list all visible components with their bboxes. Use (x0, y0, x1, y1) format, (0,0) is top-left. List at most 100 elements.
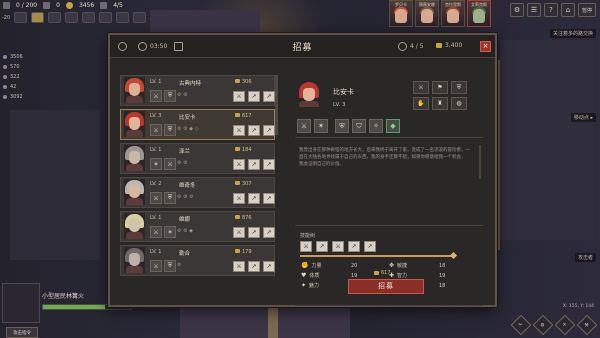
quest-hint[interactable]: 关注着多的路交换 (549, 29, 596, 38)
gold-icon (374, 271, 379, 275)
expand-button[interactable]: ↗ (248, 125, 260, 136)
settings-icon[interactable]: ⚙ (509, 3, 524, 17)
expand-button[interactable]: ↗ (248, 227, 260, 238)
expand-button[interactable]: ↗ (263, 91, 275, 102)
trait-icon[interactable]: ⛨ (335, 119, 349, 133)
party-portrait-3[interactable]: 克拉里斯 (441, 0, 465, 27)
recruit-card[interactable]: LV. 1 勒合 179 ⚔ ⛨ ⚙ ⚔ ↗ ↗ (120, 245, 275, 276)
recruit-list-scrollbar[interactable] (275, 75, 278, 135)
unit-hp-fill (43, 305, 105, 309)
portrait-face (303, 88, 315, 101)
skill-row: ⚔ ↗ ⚔ ↗ ↗ (300, 241, 376, 252)
trait-icon[interactable]: ✶ (164, 226, 176, 238)
ring-icon[interactable]: ◍ (451, 97, 467, 110)
speed-pause-button[interactable] (14, 12, 28, 23)
party-portrait-2[interactable]: 薇薇安娜 (415, 0, 439, 27)
tower-icon[interactable]: ♜ (432, 97, 448, 110)
equip-button[interactable]: ⚔ (233, 125, 245, 136)
speed-3-button[interactable] (65, 12, 79, 23)
manage-button[interactable]: ⚙ (532, 314, 554, 336)
shield-icon[interactable]: ⛨ (451, 81, 467, 94)
expand-button[interactable]: ↗ (263, 193, 275, 204)
skill-button[interactable]: ↗ (364, 241, 376, 252)
avatar-body (126, 266, 143, 273)
trait-icon[interactable]: ⚔ (297, 119, 311, 133)
quest-hint[interactable]: 攻击者 (574, 253, 596, 262)
banner-icon[interactable]: ⚑ (432, 81, 448, 94)
quest-hint[interactable]: 移动点 ▸ (570, 113, 596, 122)
recruit-actions: ⚔ ↗ ↗ (233, 125, 275, 136)
trait-icon[interactable]: ⛨ (164, 90, 176, 102)
party-portrait-4[interactable]: 艾莉克斯 (467, 0, 491, 27)
cancel-button[interactable]: ✕ (554, 314, 576, 336)
help-icon[interactable]: ? (543, 3, 558, 17)
description-line: 直在大陆各地寻找属于自己的东西。我的身手还算不错，如果你愿意给我一个机会， (299, 155, 466, 160)
trait-icon[interactable]: ✧ (369, 119, 383, 133)
recruit-card[interactable]: LV. 1 古典内特 306 ⚔ ⛨ ⚙ ⚙ ⚔ ↗ ↗ (120, 75, 275, 106)
expand-button[interactable]: ↗ (263, 261, 275, 272)
trait-icon[interactable]: ⚔ (164, 158, 176, 170)
trait-icon[interactable]: ⚔ (150, 192, 162, 204)
divider (295, 305, 483, 306)
equip-button[interactable]: ⚔ (233, 193, 245, 204)
expand-button[interactable]: ↗ (263, 227, 275, 238)
expand-button[interactable]: ↗ (248, 261, 260, 272)
recruit-card[interactable]: LV. 1 泽兰 184 ✶ ⚔ ⚙ ⚙ ⚔ ↗ ↗ (120, 143, 275, 174)
detail-description: 我曾出身在那种奇怪的地方长大，后来我终于离开了家，变成了一名流浪的冒险者，一 直… (299, 147, 474, 168)
skill-button[interactable]: ⚔ (300, 241, 312, 252)
trait-icon[interactable]: ⚔ (150, 260, 162, 272)
home-icon[interactable]: ⌂ (560, 3, 575, 17)
craft-button[interactable]: ⚒ (576, 314, 598, 336)
experience-slider[interactable] (300, 255, 452, 257)
equip-button[interactable]: ⚔ (233, 159, 245, 170)
trait-icon[interactable]: ⚔ (150, 226, 162, 238)
skill-button[interactable]: ↗ (316, 241, 328, 252)
speed-5-button[interactable] (99, 12, 113, 23)
recruit-card[interactable]: LV. 2 维奇冬 307 ⚔ ⛨ ⚙ ⚙ ⚙ ⚔ ↗ ↗ (120, 177, 275, 208)
skills-label: 技能树 (300, 233, 316, 239)
stat-value: 20 (351, 262, 358, 269)
description-scrollbar[interactable] (479, 145, 481, 179)
expand-button[interactable]: ↗ (248, 91, 260, 102)
skill-button[interactable]: ⚔ (332, 241, 344, 252)
unit-skill-button[interactable]: 攻击指令 (6, 327, 38, 338)
trait-icon[interactable]: ◆ (386, 119, 400, 133)
close-button[interactable]: × (480, 41, 491, 52)
recruit-button[interactable]: 招募 (348, 279, 424, 294)
trait-icon[interactable]: ⛨ (164, 260, 176, 272)
expand-button[interactable]: ↗ (248, 159, 260, 170)
stat-value: 19 (439, 272, 446, 279)
resource-value: 322 (10, 74, 20, 80)
speed-1-button[interactable] (31, 12, 45, 23)
build-button[interactable]: ✂ (510, 314, 532, 336)
speed-4-button[interactable] (82, 12, 96, 23)
expand-button[interactable]: ↗ (248, 193, 260, 204)
speed-7-button[interactable] (133, 12, 147, 23)
stat-label: 敏捷 (397, 263, 408, 269)
pause-button[interactable]: 暂停 (577, 3, 596, 17)
gold-value: 3456 (78, 2, 95, 9)
equip-button[interactable]: ⚔ (233, 91, 245, 102)
trait-icon[interactable]: ⛉ (352, 119, 366, 133)
hammer-icon: ⚒ (584, 322, 590, 328)
trait-icon[interactable]: ✶ (314, 119, 328, 133)
trait-icon[interactable]: ⚔ (150, 90, 162, 102)
expand-button[interactable]: ↗ (263, 159, 275, 170)
expand-button[interactable]: ↗ (263, 125, 275, 136)
avatar-body (126, 96, 143, 103)
party-portrait-1[interactable]: 罗贝卡 (389, 0, 413, 27)
trait-icon[interactable]: ⚔ (150, 124, 162, 136)
trait-icon[interactable]: ⛨ (164, 192, 176, 204)
speed-2-button[interactable] (48, 12, 62, 23)
recruit-card[interactable]: LV. 1 维娜 876 ⚔ ✶ ⚙ ⚙ ◆ ⚔ ↗ ↗ (120, 211, 275, 242)
hand-icon[interactable]: ✋ (413, 97, 429, 110)
sword-icon[interactable]: ⚔ (413, 81, 429, 94)
skill-button[interactable]: ↗ (348, 241, 360, 252)
recruit-card[interactable]: LV. 3 比安卡 617 ⚔ ⛨ ⚙ ⚙ ◆ ◇ ⚔ ↗ ↗ (120, 109, 275, 140)
trait-icon[interactable]: ⛨ (164, 124, 176, 136)
trait-icon[interactable]: ✶ (150, 158, 162, 170)
speed-6-button[interactable] (116, 12, 130, 23)
equip-button[interactable]: ⚔ (233, 261, 245, 272)
equip-button[interactable]: ⚔ (233, 227, 245, 238)
menu-icon[interactable]: ☰ (526, 3, 541, 17)
